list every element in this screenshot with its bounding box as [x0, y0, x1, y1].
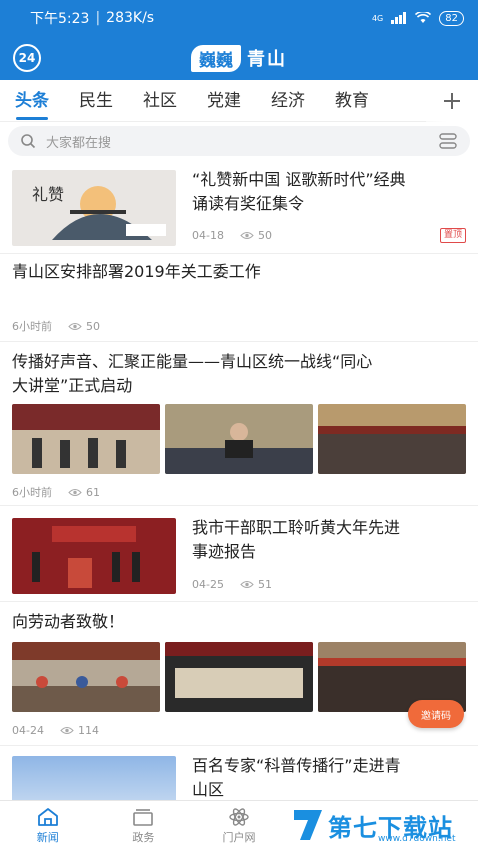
news-view-count: 114 [77, 724, 99, 737]
news-title-line: 事迹报告 [192, 542, 257, 561]
signal-icon [391, 12, 407, 24]
status-divider: | [95, 10, 101, 26]
nav-government[interactable]: 政务 [96, 801, 192, 850]
battery-level: 82 [439, 10, 464, 26]
eye-icon [240, 232, 254, 239]
nav-portal[interactable]: 门户网 [191, 801, 287, 850]
news-date: 6小时前 [12, 320, 52, 333]
news-title: 百名专家“科普传播行”走进青 山区 [192, 754, 466, 800]
news-photo [165, 404, 313, 474]
logo-brand: 巍巍 [191, 44, 241, 72]
news-date: 04-18 [192, 229, 224, 242]
news-views: 50 [240, 229, 272, 242]
news-view-count: 50 [257, 229, 272, 242]
news-meta: 04-24 114 [12, 724, 99, 737]
news-date: 6小时前 [12, 486, 52, 499]
news-thumbnail [12, 518, 176, 594]
news-photo [12, 642, 160, 712]
news-title: 传播好声音、汇聚正能量——青山区统一战线“同心 大讲堂”正式启动 [12, 350, 466, 398]
atom-icon [229, 807, 249, 826]
app-logo: 巍巍 青山 [191, 44, 287, 72]
news-title-line: “礼赞新中国 讴歌新时代”经典 [192, 170, 406, 189]
eye-icon [68, 488, 82, 496]
news-title-line: 我市干部职工聆听黄大年先进 [192, 518, 401, 537]
search-bar[interactable]: 大家都在搜 [8, 126, 470, 156]
nav-news-label: 新闻 [36, 830, 59, 844]
tab-livelihood[interactable]: 民生 [64, 80, 128, 122]
scan-menu-icon[interactable] [438, 132, 458, 150]
news-item[interactable]: 向劳动者致敬！ 04-24 114 [0, 602, 478, 746]
tab-headlines[interactable]: 头条 [0, 80, 64, 122]
timer-button[interactable]: 24 [13, 44, 41, 72]
search-icon [21, 134, 36, 149]
home-icon [37, 807, 58, 826]
news-item[interactable]: 青山区安排部署2019年关工委工作 6小时前 50 [0, 254, 478, 342]
tab-education[interactable]: 教育 [320, 80, 384, 122]
nav-news[interactable]: 新闻 [0, 801, 96, 850]
news-item[interactable]: 传播好声音、汇聚正能量——青山区统一战线“同心 大讲堂”正式启动 6小时前 61 [0, 342, 478, 506]
status-time: 下午5:23 [30, 11, 90, 27]
tab-party[interactable]: 党建 [192, 80, 256, 122]
nav-portal-label: 门户网 [222, 830, 256, 844]
wifi-icon [415, 12, 432, 23]
cards-icon [133, 808, 154, 826]
news-item[interactable]: 百名专家“科普传播行”走进青 山区 [0, 746, 478, 800]
news-view-count: 51 [257, 578, 272, 591]
news-title-line: 百名专家“科普传播行”走进青 [192, 756, 401, 775]
news-photo [318, 404, 466, 474]
add-tab-button[interactable] [426, 80, 478, 122]
news-title: 向劳动者致敬！ [12, 612, 125, 631]
news-item[interactable]: 礼赞 “礼赞新中国 讴歌新时代”经典 诵读有奖征集令 04-18 50 置顶 [0, 162, 478, 254]
news-meta: 6小时前 50 [12, 318, 100, 334]
tab-economy[interactable]: 经济 [256, 80, 320, 122]
network-label: 4G [371, 13, 384, 23]
news-title: 青山区安排部署2019年关工委工作 [12, 262, 261, 281]
news-photo [12, 404, 160, 474]
news-meta: 04-25 51 [192, 578, 272, 591]
eye-icon [60, 727, 74, 734]
news-title-line: 传播好声音、汇聚正能量——青山区统一战线“同心 [12, 352, 373, 371]
plus-icon [444, 93, 460, 109]
news-views: 114 [60, 724, 99, 737]
news-views: 51 [240, 578, 272, 591]
pinned-badge: 置顶 [439, 228, 466, 243]
category-tabs: 头条 民生 社区 党建 经济 教育 [0, 80, 478, 122]
news-meta: 6小时前 61 [12, 484, 100, 500]
news-thumbnail: 礼赞 [12, 170, 176, 246]
news-views: 50 [68, 320, 100, 333]
search-placeholder: 大家都在搜 [46, 135, 112, 151]
app-header: 24 巍巍 青山 [0, 36, 478, 80]
news-title-line: 山区 [192, 780, 225, 799]
news-item[interactable]: 我市干部职工聆听黄大年先进 事迹报告 04-25 51 [0, 506, 478, 602]
news-thumbnail [12, 756, 176, 800]
status-speed: 283K/s [106, 10, 155, 26]
news-feed: 礼赞 “礼赞新中国 讴歌新时代”经典 诵读有奖征集令 04-18 50 置顶 青… [0, 162, 478, 800]
invite-code-button[interactable]: 邀请码 [408, 700, 464, 728]
svg-text:礼赞: 礼赞 [32, 185, 64, 204]
eye-icon [68, 322, 82, 330]
news-date: 04-24 [12, 724, 44, 737]
news-title-line: 大讲堂”正式启动 [12, 376, 133, 395]
tab-community[interactable]: 社区 [128, 80, 192, 122]
news-title: 我市干部职工聆听黄大年先进 事迹报告 [192, 516, 466, 564]
news-view-count: 50 [86, 319, 100, 333]
watermark: 第七下载站 www.d7down.net [288, 800, 478, 850]
news-photo [165, 642, 313, 712]
news-title: “礼赞新中国 讴歌新时代”经典 诵读有奖征集令 [192, 168, 466, 216]
news-view-count: 61 [86, 485, 100, 499]
logo-city: 青山 [247, 49, 287, 70]
news-date: 04-25 [192, 578, 224, 591]
status-bar: 下午5:23 | 283K/s 4G 82 [0, 0, 478, 36]
eye-icon [240, 581, 254, 588]
news-title-line: 诵读有奖征集令 [192, 194, 305, 213]
watermark-logo-icon [294, 810, 322, 840]
watermark-url: www.d7down.net [378, 834, 456, 844]
news-views: 61 [68, 486, 100, 499]
nav-government-label: 政务 [132, 830, 155, 844]
news-meta: 04-18 50 置顶 [192, 228, 466, 243]
